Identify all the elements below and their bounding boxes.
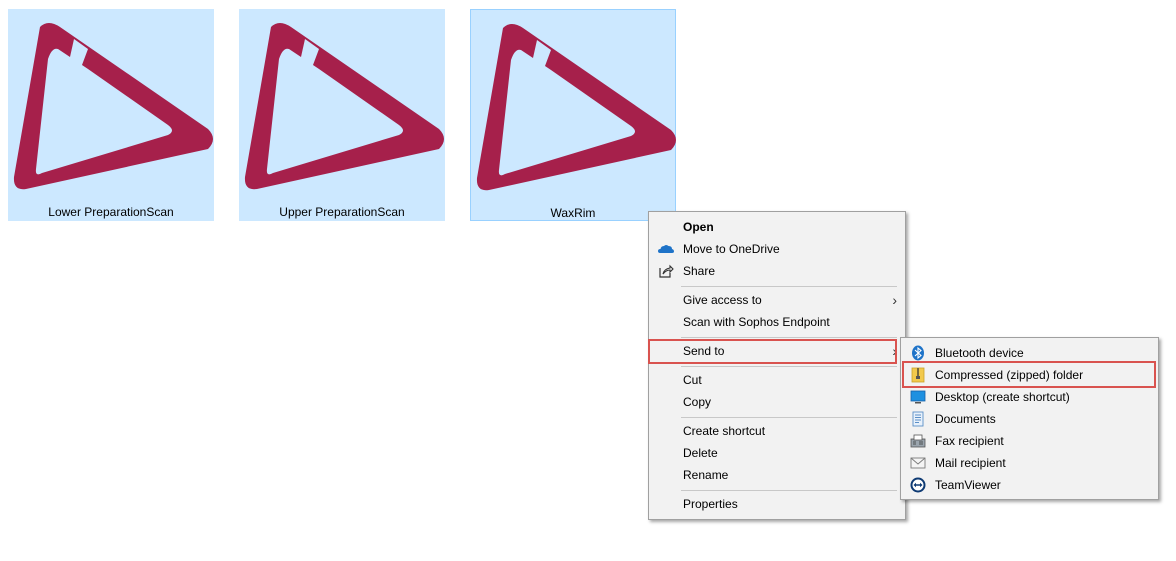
file-name: WaxRim (550, 206, 596, 220)
menu-separator (681, 286, 897, 287)
bluetooth-icon (912, 345, 924, 361)
file-tile-waxrim[interactable]: WaxRim (470, 9, 676, 221)
send-to-teamviewer[interactable]: TeamViewer (903, 474, 1156, 496)
chevron-right-icon: › (892, 292, 897, 308)
send-to-documents[interactable]: Documents (903, 408, 1156, 430)
share-icon (659, 264, 674, 278)
menu-separator (681, 417, 897, 418)
menu-separator (681, 490, 897, 491)
menu-item-properties[interactable]: Properties (651, 493, 903, 515)
menu-item-delete[interactable]: Delete (651, 442, 903, 464)
highlight-send-to (648, 339, 897, 364)
teamviewer-icon (910, 477, 926, 493)
menu-item-share[interactable]: Share (651, 260, 903, 282)
documents-icon (912, 411, 924, 427)
menu-separator (681, 366, 897, 367)
file-tile-lower-preparationscan[interactable]: Lower PreparationScan (8, 9, 214, 221)
3d-scan-logo-icon (244, 23, 444, 190)
menu-item-cut[interactable]: Cut (651, 369, 903, 391)
file-name: Upper PreparationScan (279, 205, 405, 219)
menu-item-scan-sophos[interactable]: Scan with Sophos Endpoint (651, 311, 903, 333)
send-to-fax[interactable]: Fax recipient (903, 430, 1156, 452)
menu-item-rename[interactable]: Rename (651, 464, 903, 486)
menu-item-create-shortcut[interactable]: Create shortcut (651, 420, 903, 442)
menu-item-open[interactable]: Open (651, 216, 903, 238)
menu-item-give-access-to[interactable]: Give access to › (651, 289, 903, 311)
menu-item-move-to-onedrive[interactable]: Move to OneDrive (651, 238, 903, 260)
file-name: Lower PreparationScan (48, 205, 174, 219)
send-to-desktop[interactable]: Desktop (create shortcut) (903, 386, 1156, 408)
menu-item-copy[interactable]: Copy (651, 391, 903, 413)
menu-separator (681, 337, 897, 338)
highlight-compressed-folder (902, 361, 1156, 388)
onedrive-icon (658, 245, 674, 253)
desktop-icon (910, 390, 926, 404)
mail-icon (910, 457, 926, 469)
context-menu: Open Move to OneDrive Share Give access … (648, 211, 906, 520)
3d-scan-logo-icon (476, 24, 676, 191)
file-tile-upper-preparationscan[interactable]: Upper PreparationScan (239, 9, 445, 221)
fax-icon (910, 434, 926, 448)
3d-scan-logo-icon (13, 23, 213, 190)
send-to-mail[interactable]: Mail recipient (903, 452, 1156, 474)
